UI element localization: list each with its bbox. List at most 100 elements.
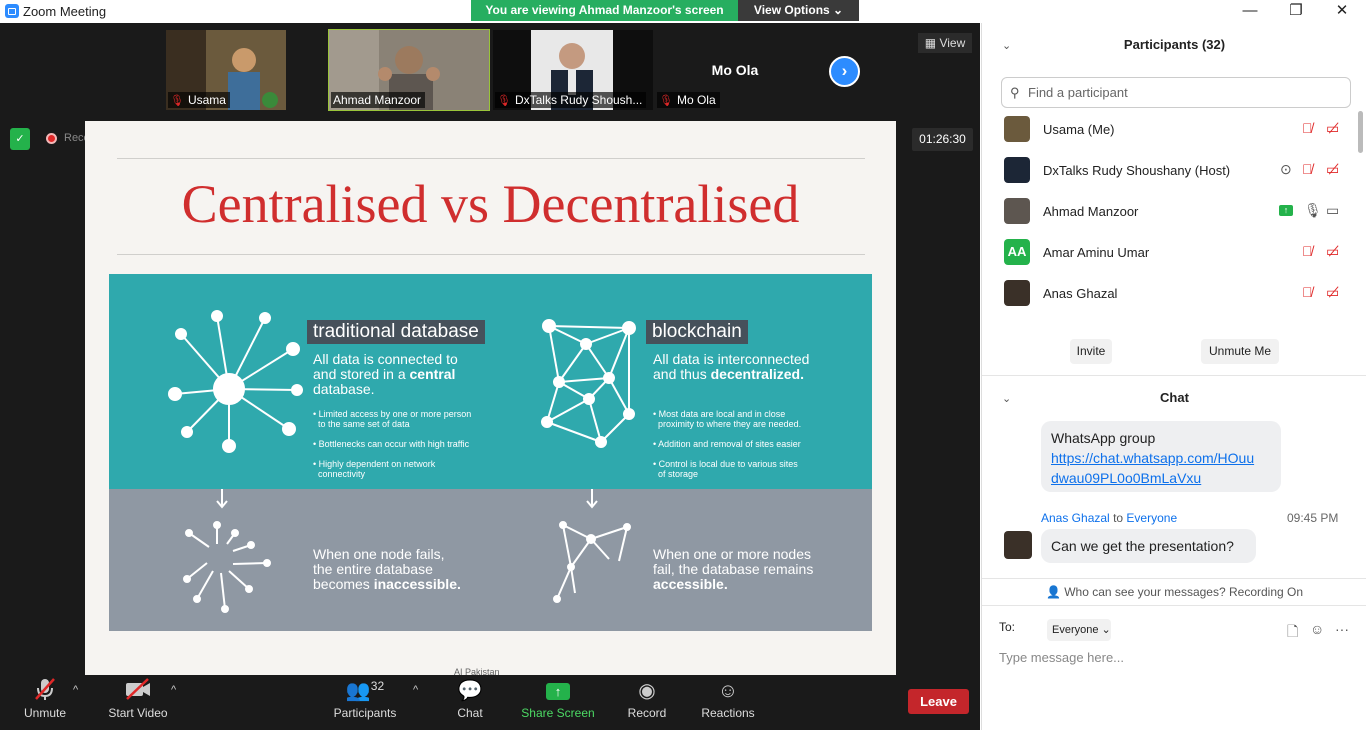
grid-icon: ▦ [924,36,940,50]
share-screen-button[interactable]: ↑ Share Screen [518,676,598,730]
video-icon[interactable]: ▭ [1326,202,1339,219]
record-button[interactable]: ◉ Record [622,676,672,730]
participants-button[interactable]: 👥32 Participants [330,676,400,730]
participants-header: ⌄ Participants (32) [982,23,1366,67]
invite-button[interactable]: Invite [1070,339,1112,364]
more-icon[interactable]: ··· [1335,621,1349,637]
tile-name-text: Ahmad Manzoor [333,93,422,107]
fail-bold: accessible. [653,576,728,592]
next-page-button[interactable]: › [829,56,860,87]
sender-name[interactable]: Anas Ghazal [1041,511,1110,525]
reactions-label: Reactions [701,706,755,720]
participant-name: Amar Aminu Umar [1043,245,1150,260]
video-tile-usama[interactable]: 🎙 Usama [166,30,286,110]
unmute-me-button[interactable]: Unmute Me [1201,339,1279,364]
view-button[interactable]: ▦ View [918,33,972,53]
emoji-icon[interactable]: ☺ [1310,621,1324,637]
fail-bold: inaccessible. [373,576,461,592]
tile-name-text: DxTalks Rudy Shoush... [514,93,643,107]
video-tile-ahmad-manzoor[interactable]: Ahmad Manzoor [328,29,490,111]
participants-title: Participants (32) [1123,37,1226,52]
participants-scrollbar[interactable] [1358,111,1363,153]
audio-options-caret-icon[interactable]: ^ [73,684,78,696]
muted-mic-icon [14,676,76,706]
avatar [1004,198,1030,224]
blockchain-bullets: • Most data are local and in close proxi… [653,409,802,479]
muted-mic-icon: 🎙 [659,95,673,107]
panel-divider [982,375,1366,376]
bullet-text: proximity to where they are needed. [658,419,802,429]
recording-dot-icon [46,133,57,144]
tile-name: Ahmad Manzoor [331,92,426,108]
participant-row[interactable]: AA Amar Aminu Umar 🎙̸ ▭̸ [982,234,1366,275]
zoom-app-icon [5,4,19,18]
search-icon: ⚲ [1010,85,1020,100]
fail-line: When one node fails, [313,546,445,562]
unmute-button[interactable]: Unmute [14,676,76,730]
shared-screen: Centralised vs Decentralised traditional… [85,121,896,675]
security-shield-icon[interactable]: ✓ [10,128,30,150]
file-icon[interactable]: 🗋 [1287,621,1298,645]
title-bar: Zoom Meeting You are viewing Ahmad Manzo… [0,0,1366,23]
avatar [1004,157,1030,183]
participant-name: Usama (Me) [1043,122,1115,137]
close-icon[interactable]: ✕ [1319,0,1365,22]
search-placeholder: Find a participant [1028,85,1128,100]
who-can-see-text: Who can see your messages? Recording On [1064,585,1304,599]
leave-button[interactable]: Leave [908,689,969,714]
meeting-area: 🎙 Usama Ahmad Manzoor 🎙 DxTalks Rudy Sho… [0,23,980,730]
message-link[interactable]: https://chat.whatsapp.com/HOuu [1051,448,1271,468]
chat-icon: 💬 [457,680,483,702]
minimize-icon[interactable]: — [1227,0,1273,22]
recipient-select[interactable]: Everyone ⌄ [1047,619,1111,641]
message-link[interactable]: dwau09PL0o0BmLaVxu [1051,468,1271,488]
tile-name-text: Mo Ola [676,93,716,107]
slide-footer: AI Pakistan [454,667,500,675]
muted-mic-icon: 🎙 [170,95,184,107]
muted-mic-icon[interactable]: 🎙̸ [1302,161,1313,177]
slide-grey-panel: When one node fails, the entire database… [109,489,872,631]
muted-mic-icon[interactable]: 🎙̸ [1302,284,1313,300]
blockchain-label: blockchain [646,320,748,344]
mic-icon[interactable]: 🎙 [1304,202,1322,219]
bullet-text: Most data are local and in close [658,409,786,419]
meeting-timer: 01:26:30 [912,128,973,151]
restore-icon[interactable]: ❐ [1273,0,1319,22]
video-off-icon[interactable]: ▭̸ [1326,284,1339,301]
desc-line: and thus [653,366,711,382]
chat-button[interactable]: 💬 Chat [447,676,493,730]
bullet-text: connectivity [318,469,366,479]
video-off-icon[interactable]: ▭̸ [1326,243,1339,260]
desc-line: All data is interconnected [653,351,810,367]
participant-row[interactable]: DxTalks Rudy Shoushany (Host) ⊙ 🎙̸ ▭̸ [982,152,1366,193]
chat-message-bubble: WhatsApp group https://chat.whatsapp.com… [1041,421,1281,492]
tile-name: 🎙 Mo Ola [657,92,720,108]
slide-teal-panel: traditional database All data is connect… [109,274,872,489]
who-can-see-link[interactable]: 👤 Who can see your messages? Recording O… [982,585,1366,599]
video-tile-dxtalks-rudy[interactable]: 🎙 DxTalks Rudy Shoush... [493,30,653,110]
fail-line: becomes [313,576,374,592]
video-off-icon[interactable]: ▭̸ [1326,120,1339,137]
bullet-text: Highly dependent on network [318,459,436,469]
record-label: Record [627,706,667,720]
chat-message-input[interactable]: Type message here... [999,650,1124,665]
bullet-text: of storage [658,469,699,479]
reactions-button[interactable]: ☺ Reactions [698,676,758,730]
participants-caret-icon[interactable]: ^ [413,684,418,696]
view-options-button[interactable]: View Options ⌄ [738,0,859,21]
muted-mic-icon[interactable]: 🎙̸ [1302,120,1313,136]
video-options-caret-icon[interactable]: ^ [171,684,176,696]
sender-avatar [1004,531,1032,559]
participants-count: 32 [370,679,385,693]
participant-row[interactable]: Anas Ghazal 🎙̸ ▭̸ [982,275,1366,316]
start-video-button[interactable]: Start Video [104,676,172,730]
start-video-label: Start Video [108,706,168,720]
recipient-value: Everyone [1052,624,1099,636]
participant-search-input[interactable]: ⚲ Find a participant [1001,77,1351,108]
video-tile-mo-ola[interactable]: Mo Ola 🎙 Mo Ola [655,30,815,110]
muted-mic-icon[interactable]: 🎙̸ [1302,243,1313,259]
view-label: View [939,36,966,50]
participant-row[interactable]: Usama (Me) 🎙̸ ▭̸ [982,111,1366,152]
participant-row[interactable]: Ahmad Manzoor ↑ 🎙 ▭ [982,193,1366,234]
video-off-icon[interactable]: ▭̸ [1326,161,1339,178]
